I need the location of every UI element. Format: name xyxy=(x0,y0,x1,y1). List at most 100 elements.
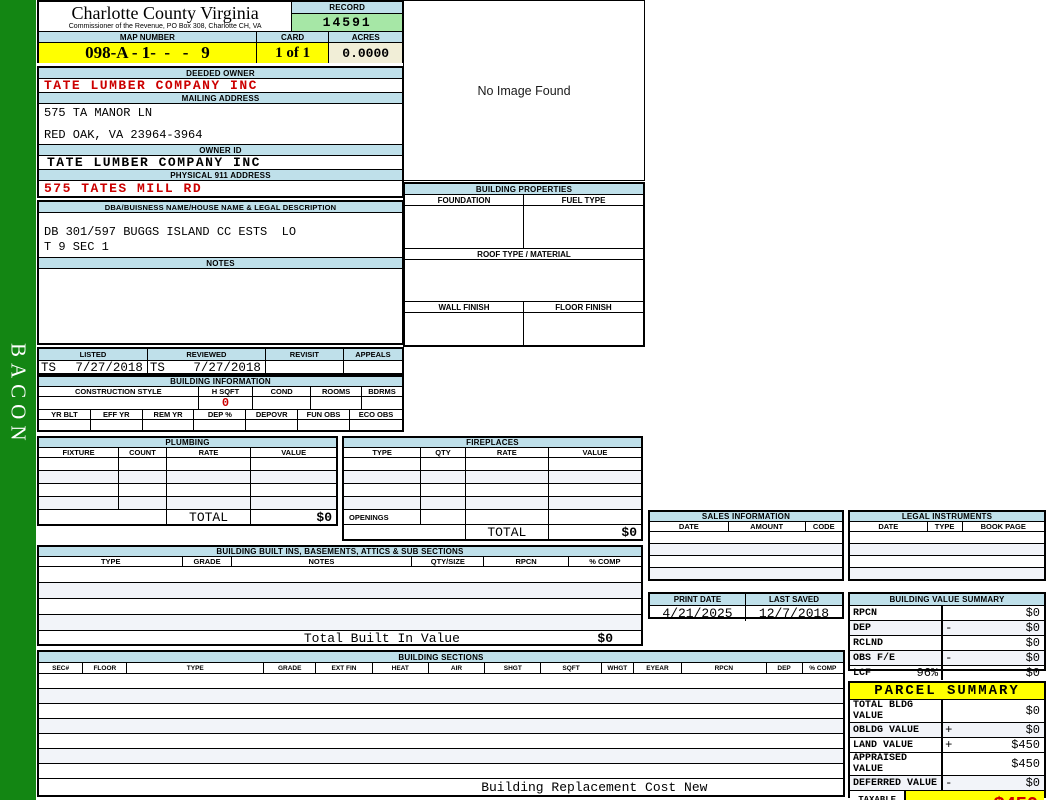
openings-label: OPENINGS xyxy=(344,510,422,524)
foundation-value xyxy=(405,206,524,248)
builtins-total-label: Total Built In Value xyxy=(303,631,460,646)
builtins-box: BUILDING BUILT INS, BASEMENTS, ATTICS & … xyxy=(37,545,643,646)
col-sec: SEC# xyxy=(39,663,84,673)
table-row xyxy=(39,674,843,689)
col-h-sqft: H SQFT xyxy=(199,387,254,396)
legal-line1: DB 301/597 BUGGS ISLAND CC ESTS LO xyxy=(44,225,297,239)
col-grade: GRADE xyxy=(183,557,232,566)
table-row xyxy=(39,719,843,734)
revisit-value xyxy=(266,361,344,375)
roof-type-value xyxy=(405,260,643,302)
col-fixture: FIXTURE xyxy=(39,448,120,457)
table-row xyxy=(650,556,842,568)
col-qty-size: QTY/SIZE xyxy=(412,557,485,566)
dates-box: PRINT DATE LAST SAVED 4/21/2025 12/7/201… xyxy=(648,592,844,621)
summary-row-rclnd: RCLND $0 xyxy=(850,636,1044,651)
sections-title: BUILDING SECTIONS xyxy=(39,652,843,663)
builtins-total-row: Total Built In Value $0 xyxy=(39,631,641,646)
building-info-title: BUILDING INFORMATION xyxy=(39,377,402,387)
card-value: 1 of 1 xyxy=(256,43,330,63)
wall-finish-label: WALL FINISH xyxy=(405,302,524,312)
plumbing-total-value: $0 xyxy=(316,510,332,525)
table-row xyxy=(344,458,641,471)
col-type: TYPE xyxy=(344,448,422,457)
last-saved-value: 12/7/2018 xyxy=(758,606,830,621)
reviewed-by: TS xyxy=(149,361,165,375)
fuel-type-value xyxy=(524,206,643,248)
property-record-card: BACON Charlotte County Virginia Commissi… xyxy=(0,0,1050,800)
col-whgt: WHGT xyxy=(602,663,634,673)
review-box: LISTED REVIEWED REVISIT APPEALS TS 7/27/… xyxy=(37,347,404,375)
map-number-label: MAP NUMBER xyxy=(39,32,257,42)
image-panel: No Image Found xyxy=(403,0,645,181)
building-sections-box: BUILDING SECTIONS SEC# FLOOR TYPE GRADE … xyxy=(37,650,845,797)
table-row xyxy=(850,544,1044,556)
col-count: COUNT xyxy=(119,448,167,457)
col-yr-blt: YR BLT xyxy=(39,410,91,419)
col-rem-yr: REM YR xyxy=(143,410,195,419)
table-row xyxy=(344,471,641,484)
table-row xyxy=(850,568,1044,579)
builtins-title: BUILDING BUILT INS, BASEMENTS, ATTICS & … xyxy=(39,547,641,557)
col-value: VALUE xyxy=(281,448,307,457)
fireplaces-total-row: TOTAL $0 xyxy=(344,525,641,540)
last-saved-label: LAST SAVED xyxy=(768,595,820,604)
table-row xyxy=(39,749,843,764)
plumbing-title: PLUMBING xyxy=(39,438,336,448)
table-row xyxy=(39,599,641,615)
record-label: RECORD xyxy=(292,2,402,14)
card-label: CARD xyxy=(257,32,330,42)
notes-label: NOTES xyxy=(39,258,402,269)
col-type: TYPE xyxy=(127,663,265,673)
fireplaces-box: FIREPLACES TYPE QTY RATE VALUE OPENINGS … xyxy=(342,436,643,541)
col-dep: DEP xyxy=(767,663,803,673)
builtins-total-value: $0 xyxy=(597,631,613,646)
parcel-summary-box: PARCEL SUMMARY TOTAL BLDG VALUE $0 OBLDG… xyxy=(848,681,1046,800)
col-notes: NOTES xyxy=(232,557,413,566)
col-value: VALUE xyxy=(582,448,608,457)
fireplaces-total-label: TOTAL xyxy=(466,525,549,540)
col-qty: QTY xyxy=(421,448,466,457)
col-book-page: BOOK PAGE xyxy=(980,522,1026,531)
listed-by: TS xyxy=(41,361,57,375)
col-rate: RATE xyxy=(466,448,549,457)
col-type: TYPE xyxy=(928,522,963,531)
header-box: Charlotte County Virginia Commissioner o… xyxy=(37,0,404,63)
cond-value xyxy=(253,397,312,409)
parcel-row-land: LAND VALUE + $450 xyxy=(850,738,1044,753)
col-bdrms: BDRMS xyxy=(368,387,396,396)
table-row xyxy=(39,471,336,484)
taxable-value-amount: $450 xyxy=(906,791,1044,800)
taxable-value-row: TAXABLE VALUE $450 xyxy=(850,791,1044,800)
rooms-value xyxy=(311,397,363,409)
parcel-summary-title: PARCEL SUMMARY xyxy=(850,683,1044,700)
taxable-value-label: TAXABLE VALUE xyxy=(850,791,907,800)
col-rate: RATE xyxy=(167,448,252,457)
col-rpcn: RPCN xyxy=(484,557,569,566)
county-subtitle: Commissioner of the Revenue, PO Box 308,… xyxy=(68,22,262,30)
col-construction-style: CONSTRUCTION STYLE xyxy=(39,387,199,396)
fuel-type-label: FUEL TYPE xyxy=(561,195,606,205)
parcel-row-total-bldg: TOTAL BLDG VALUE $0 xyxy=(850,700,1044,723)
h-sqft-value: 0 xyxy=(199,396,254,410)
col-sqft: SQFT xyxy=(541,663,602,673)
listed-date: 7/27/2018 xyxy=(75,361,143,375)
wall-finish-value xyxy=(405,313,524,345)
table-row xyxy=(39,734,843,749)
foundation-label: FOUNDATION xyxy=(405,195,524,205)
col-amount: AMOUNT xyxy=(729,522,806,531)
table-row xyxy=(650,568,842,579)
physical-address-label: PHYSICAL 911 ADDRESS xyxy=(39,170,402,181)
reviewed-date: 7/27/2018 xyxy=(193,361,261,375)
table-row xyxy=(39,497,336,510)
sales-box: SALES INFORMATION DATE AMOUNT CODE xyxy=(648,510,844,581)
col-rpcn: RPCN xyxy=(682,663,767,673)
appeals-label: APPEALS xyxy=(355,350,391,359)
table-row xyxy=(39,764,843,779)
col-heat: HEAT xyxy=(373,663,429,673)
mailing-line2: RED OAK, VA 23964-3964 xyxy=(44,128,203,142)
listed-label: LISTED xyxy=(39,349,148,360)
appeals-value xyxy=(344,361,402,375)
table-row xyxy=(344,484,641,497)
building-info-box: BUILDING INFORMATION CONSTRUCTION STYLE … xyxy=(37,375,404,432)
